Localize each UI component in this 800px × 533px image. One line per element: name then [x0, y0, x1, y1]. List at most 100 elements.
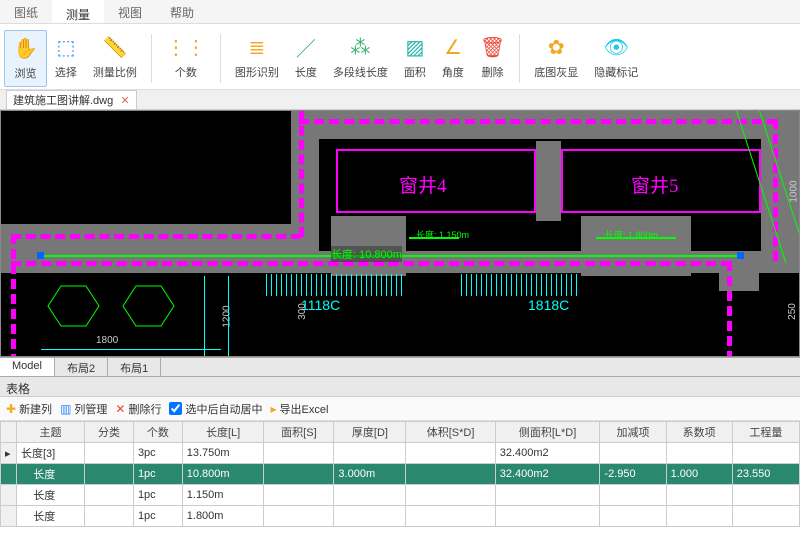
col-header[interactable]: 厚度[D]: [334, 422, 406, 443]
tool-label: 角度: [442, 64, 464, 80]
cell[interactable]: [334, 485, 406, 506]
table-row[interactable]: 长度 1pc10.800m 3.000m 32.400m2-2.9501.00023.…: [1, 464, 800, 485]
checkbox[interactable]: [169, 402, 182, 415]
tool-pan[interactable]: ✋浏览: [4, 30, 47, 87]
select-icon: ⬚: [56, 32, 75, 62]
cell[interactable]: 13.750m: [182, 443, 264, 464]
tool-count[interactable]: ⋮⋮个数: [158, 30, 214, 87]
col-header[interactable]: 侧面积[L*D]: [495, 422, 600, 443]
row-handle[interactable]: [1, 464, 17, 485]
cell[interactable]: 32.400m2: [495, 443, 600, 464]
cell[interactable]: [495, 506, 600, 527]
cell[interactable]: [264, 464, 334, 485]
tool-pattern[interactable]: ≣图形识别: [227, 30, 287, 87]
cell[interactable]: 32.400m2: [495, 464, 600, 485]
cell[interactable]: -2.950: [600, 464, 666, 485]
close-icon[interactable]: ✕: [120, 95, 129, 107]
row-handle[interactable]: ▸: [1, 443, 17, 464]
cell[interactable]: 23.550: [732, 464, 799, 485]
cad-canvas[interactable]: 窗井4 窗井5 长度: 1.150m 长度: 1.800m 长度: 10.800…: [0, 110, 800, 357]
row-handle[interactable]: [1, 485, 17, 506]
tool-length[interactable]: ／长度: [287, 30, 325, 87]
cell[interactable]: 1pc: [133, 464, 182, 485]
col-header[interactable]: 体积[S*D]: [406, 422, 495, 443]
cell[interactable]: [732, 506, 799, 527]
label-window5: 窗井5: [631, 171, 679, 198]
cell[interactable]: 10.800m: [182, 464, 264, 485]
delete-row-button[interactable]: ✕删除行: [115, 401, 161, 417]
tool-select[interactable]: ⬚选择: [47, 30, 85, 87]
cell[interactable]: [406, 506, 495, 527]
cell[interactable]: 3pc: [133, 443, 182, 464]
cell[interactable]: [666, 506, 732, 527]
cell[interactable]: [406, 485, 495, 506]
cell[interactable]: 1pc: [133, 506, 182, 527]
cell[interactable]: [732, 443, 799, 464]
cell[interactable]: 长度: [17, 485, 85, 506]
angle-icon: ∠: [444, 32, 462, 62]
row-handle[interactable]: [1, 506, 17, 527]
col-header[interactable]: 系数项: [666, 422, 732, 443]
menu-tab-drawings[interactable]: 图纸: [0, 0, 52, 23]
cell[interactable]: 长度[3]: [17, 443, 85, 464]
menu-tab-help[interactable]: 帮助: [156, 0, 208, 23]
cell[interactable]: [264, 485, 334, 506]
col-header[interactable]: 加减项: [600, 422, 666, 443]
export-excel-button[interactable]: ▸导出Excel: [270, 401, 328, 417]
dim-1000: 1000: [789, 180, 800, 202]
length-icon: ／: [296, 32, 316, 62]
cell[interactable]: [406, 443, 495, 464]
auto-center-checkbox[interactable]: 选中后自动居中: [169, 401, 262, 417]
menu-tab-measure[interactable]: 测量: [52, 0, 104, 23]
cell[interactable]: [334, 443, 406, 464]
cell[interactable]: 1pc: [133, 485, 182, 506]
measure-endpoint-left[interactable]: [37, 252, 44, 259]
cell[interactable]: [600, 443, 666, 464]
layout-tab-model[interactable]: Model: [0, 358, 55, 376]
columns-button[interactable]: ▥列管理: [60, 401, 107, 417]
new-column-button[interactable]: ✚新建列: [6, 401, 52, 417]
menu-tab-view[interactable]: 视图: [104, 0, 156, 23]
col-header[interactable]: 面积[S]: [264, 422, 334, 443]
cell[interactable]: 3.000m: [334, 464, 406, 485]
table-row[interactable]: 长度 1pc1.800m: [1, 506, 800, 527]
layout-tab-2[interactable]: 布局2: [55, 358, 108, 376]
tool-hide[interactable]: 👁隐藏标记: [586, 30, 646, 87]
cell[interactable]: [600, 485, 666, 506]
measure-endpoint-right[interactable]: [737, 252, 744, 259]
layout-tab-1[interactable]: 布局1: [108, 358, 161, 376]
cell[interactable]: 1.000: [666, 464, 732, 485]
cell[interactable]: [85, 485, 134, 506]
cell[interactable]: [264, 506, 334, 527]
cell[interactable]: [666, 443, 732, 464]
cell[interactable]: [600, 506, 666, 527]
table-row[interactable]: 长度 1pc1.150m: [1, 485, 800, 506]
tool-delete[interactable]: 🗑删除: [472, 30, 513, 87]
cell[interactable]: [406, 464, 495, 485]
dim-300: 300: [297, 303, 308, 320]
cell[interactable]: [264, 443, 334, 464]
cell[interactable]: [85, 464, 134, 485]
cell[interactable]: [495, 485, 600, 506]
col-header[interactable]: 主题: [17, 422, 85, 443]
cell[interactable]: 长度: [17, 464, 85, 485]
tool-area[interactable]: ▨面积: [396, 30, 434, 87]
col-header[interactable]: 长度[L]: [182, 422, 264, 443]
cell[interactable]: [85, 443, 134, 464]
cell[interactable]: [666, 485, 732, 506]
cell[interactable]: 1.800m: [182, 506, 264, 527]
tool-polyline[interactable]: ⁂多段线长度: [325, 30, 396, 87]
col-header[interactable]: 个数: [133, 422, 182, 443]
cell[interactable]: 长度: [17, 506, 85, 527]
table-row[interactable]: ▸长度[3] 3pc13.750m 32.400m2: [1, 443, 800, 464]
cell[interactable]: 1.150m: [182, 485, 264, 506]
tool-angle[interactable]: ∠ 角度: [434, 30, 472, 87]
cell[interactable]: [334, 506, 406, 527]
tool-gray[interactable]: ✿底图灰显: [526, 30, 586, 87]
cell[interactable]: [85, 506, 134, 527]
cell[interactable]: [732, 485, 799, 506]
col-header[interactable]: 工程量: [732, 422, 799, 443]
tool-scale[interactable]: 📏测量比例: [85, 30, 145, 87]
file-tab[interactable]: 建筑施工图讲解.dwg ✕: [6, 90, 137, 110]
col-header[interactable]: 分类: [85, 422, 134, 443]
